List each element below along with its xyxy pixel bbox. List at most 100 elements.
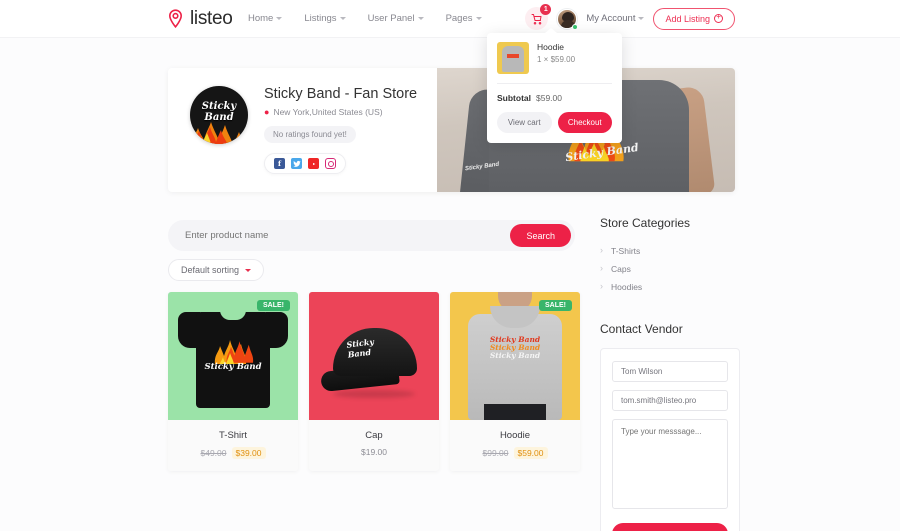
price-regular: $19.00	[361, 447, 387, 457]
store-banner: Sticky Band Sticky Band Sticky Band Stick…	[168, 68, 735, 192]
plus-circle-icon	[714, 12, 723, 23]
product-grid: SALE! Sticky Band T-Shirt $49.00 $39.00	[168, 292, 581, 471]
cart-item-name: Hoodie	[537, 42, 564, 52]
product-image: SALE! Sticky Band Sticky Band Sticky Ban…	[450, 292, 580, 420]
chevron-down-icon	[638, 17, 645, 20]
nav-label: Pages	[445, 13, 473, 24]
store-info: Sticky Band Sticky Band - Fan Store ● New…	[168, 68, 498, 192]
price-original: $99.00	[482, 448, 509, 458]
twitter-icon[interactable]	[291, 158, 302, 169]
add-listing-button[interactable]: Add Listing	[653, 7, 735, 30]
checkout-button[interactable]: Checkout	[557, 112, 612, 133]
logo-wordmark: listeo	[190, 7, 233, 29]
cart-count-badge: 1	[540, 4, 552, 15]
nav-item-pages[interactable]: Pages	[446, 13, 482, 24]
flame-graphic-icon	[214, 340, 254, 364]
cart-button[interactable]: 1	[525, 4, 552, 30]
location-pin-icon	[169, 9, 182, 28]
site-header: listeo Home Listings User Panel Pages 1 …	[0, 0, 900, 38]
instagram-icon[interactable]	[325, 158, 336, 169]
send-message-button[interactable]: Send Message	[612, 523, 728, 531]
category-item-hoodies[interactable]: Hoodies	[600, 278, 740, 296]
chevron-down-icon	[276, 17, 283, 20]
store-categories-list: T-Shirts Caps Hoodies	[600, 242, 740, 296]
product-image: Sticky Band	[309, 292, 439, 420]
nav-item-user-panel[interactable]: User Panel	[368, 13, 424, 24]
name-field[interactable]	[612, 361, 728, 382]
facebook-icon[interactable]: f	[274, 158, 285, 169]
cart-item-thumbnail	[497, 42, 529, 74]
sorting-label: Default sorting	[181, 265, 240, 275]
product-price: $19.00	[309, 447, 439, 457]
my-account-menu[interactable]: My Account	[586, 13, 645, 24]
cart-line-item[interactable]: Hoodie 1 × $59.00	[497, 42, 612, 84]
product-meta: Hoodie $99.00 $59.00	[450, 420, 580, 471]
product-card-hoodie[interactable]: SALE! Sticky Band Sticky Band Sticky Ban…	[450, 292, 580, 471]
sale-badge: SALE!	[539, 300, 572, 311]
cart-subtotal-row: Subtotal $59.00	[497, 84, 612, 112]
product-art-text: Sticky Band Sticky Band Sticky Band	[489, 335, 541, 360]
nav-label: Home	[248, 13, 274, 24]
category-item-tshirts[interactable]: T-Shirts	[600, 242, 740, 260]
product-art-text: Sticky Band	[345, 336, 375, 360]
price-sale: $39.00	[231, 447, 266, 459]
product-image: SALE! Sticky Band	[168, 292, 298, 420]
message-field[interactable]	[612, 419, 728, 509]
price-sale: $59.00	[513, 447, 548, 459]
chevron-down-icon	[339, 17, 346, 20]
chevron-down-icon	[245, 268, 252, 272]
nav-item-home[interactable]: Home	[248, 13, 283, 24]
product-art-text: Sticky Band	[204, 362, 262, 372]
cart-dropdown: Hoodie 1 × $59.00 Subtotal $59.00 View c…	[487, 28, 622, 143]
sorting-dropdown[interactable]: Default sorting	[168, 259, 265, 281]
product-meta: T-Shirt $49.00 $39.00	[168, 420, 298, 471]
product-price: $99.00 $59.00	[450, 447, 580, 459]
store-social-links: f	[264, 153, 346, 174]
cart-subtotal-value: $59.00	[536, 93, 562, 103]
nav-item-listings[interactable]: Listings	[304, 13, 346, 24]
search-box: Search	[168, 220, 575, 251]
search-input[interactable]	[185, 230, 511, 241]
youtube-icon[interactable]	[308, 158, 319, 169]
shopping-cart-icon	[531, 13, 542, 24]
email-field[interactable]	[612, 390, 728, 411]
product-card-tshirt[interactable]: SALE! Sticky Band T-Shirt $49.00 $39.00	[168, 292, 298, 471]
online-status-dot	[572, 23, 579, 30]
site-logo[interactable]: listeo	[166, 8, 233, 30]
nav-label: User Panel	[367, 13, 415, 24]
add-listing-label: Add Listing	[665, 13, 710, 24]
cart-subtotal-label: Subtotal	[497, 93, 531, 103]
product-search: Search	[168, 220, 575, 251]
search-button[interactable]: Search	[510, 224, 571, 247]
contact-vendor-form: Send Message	[600, 348, 740, 531]
store-title: Sticky Band - Fan Store	[264, 86, 418, 102]
view-cart-button[interactable]: View cart	[497, 112, 552, 133]
product-price: $49.00 $39.00	[168, 447, 298, 459]
contact-vendor-title: Contact Vendor	[600, 322, 683, 336]
main-nav: Home Listings User Panel Pages	[248, 13, 482, 24]
store-logo: Sticky Band	[190, 86, 248, 144]
chevron-down-icon	[475, 17, 482, 20]
category-item-caps[interactable]: Caps	[600, 260, 740, 278]
cart-actions: View cart Checkout	[497, 112, 612, 133]
cart-item-quantity-price: 1 × $59.00	[537, 55, 576, 64]
avatar[interactable]	[557, 8, 579, 30]
product-name: Hoodie	[499, 430, 531, 441]
product-card-cap[interactable]: Sticky Band Cap $19.00	[309, 292, 439, 471]
store-logo-text: Sticky Band	[201, 101, 237, 123]
my-account-label: My Account	[586, 13, 636, 24]
product-meta: Cap $19.00	[309, 420, 439, 469]
page-root: listeo Home Listings User Panel Pages 1 …	[0, 0, 900, 531]
header-actions: 1 My Account Add Listing	[525, 4, 735, 30]
product-name: T-Shirt	[219, 430, 247, 441]
sale-badge: SALE!	[257, 300, 290, 311]
map-pin-icon: ●	[264, 107, 270, 117]
store-location: ● New York,United States (US)	[264, 107, 417, 117]
store-ratings-badge: No ratings found yet!	[264, 126, 356, 143]
store-location-text: New York,United States (US)	[273, 107, 383, 117]
price-original: $49.00	[200, 448, 227, 458]
sidebar: Store Categories T-Shirts Caps Hoodies C…	[600, 216, 740, 531]
chevron-down-icon	[417, 17, 424, 20]
store-categories-title: Store Categories	[600, 216, 691, 230]
nav-label: Listings	[304, 13, 337, 24]
